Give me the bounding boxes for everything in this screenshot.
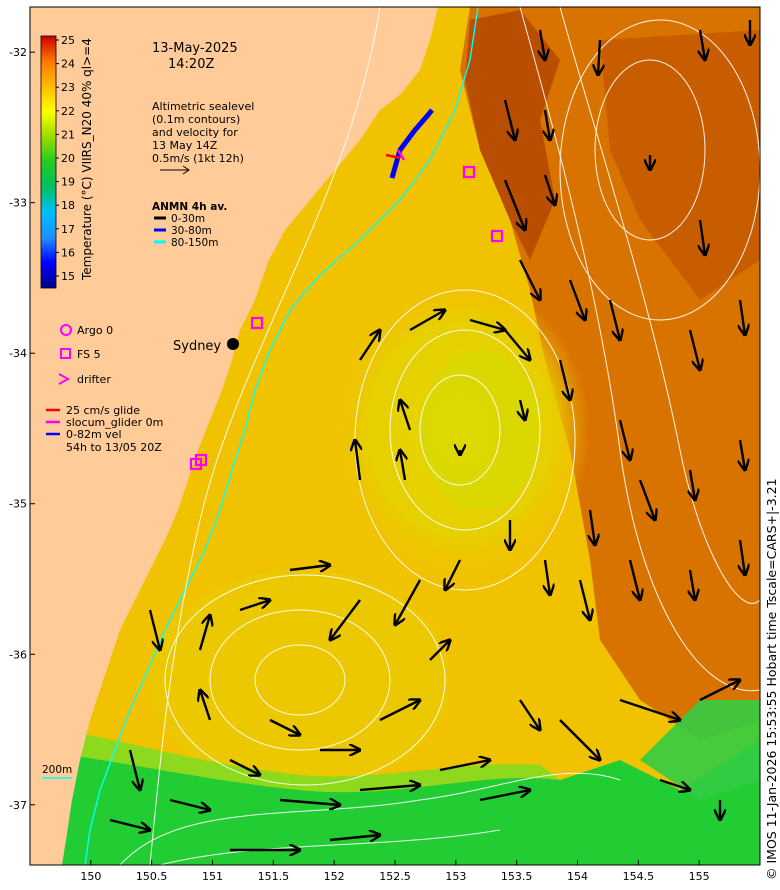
- eddy-north-core: [420, 350, 540, 510]
- x-tick-label: 151: [202, 870, 223, 883]
- svg-text:80-150m: 80-150m: [171, 237, 218, 249]
- x-tick-label: 152: [324, 870, 345, 883]
- colorbar-tick-label: 18: [61, 199, 75, 212]
- x-tick-label: 153: [445, 870, 466, 883]
- y-tick-label: -37: [9, 799, 27, 812]
- svg-text:Altimetric sealevel: Altimetric sealevel: [152, 100, 254, 113]
- y-tick-label: -36: [9, 648, 27, 661]
- svg-text:0-82m vel: 0-82m vel: [66, 428, 122, 441]
- svg-text:FS 5: FS 5: [77, 348, 101, 361]
- x-tick-label: 150: [80, 870, 101, 883]
- colorbar-tick-label: 22: [61, 105, 75, 118]
- y-tick-label: -34: [9, 347, 27, 360]
- svg-text:0-30m: 0-30m: [171, 213, 205, 225]
- map-layers: [30, 7, 760, 865]
- y-tick-label: -33: [9, 197, 27, 210]
- credit-line: © IMOS 11-Jan-2026 15:53:55 Hobart time …: [764, 478, 779, 880]
- isobath-legend: 200m: [42, 764, 72, 779]
- y-tick-label: -35: [9, 498, 27, 511]
- x-tick-label: 155: [689, 870, 710, 883]
- colorbar-tick-label: 24: [61, 58, 75, 71]
- svg-text:0.5m/s (1kt 12h): 0.5m/s (1kt 12h): [152, 152, 244, 165]
- sydney-marker: [227, 338, 239, 350]
- x-tick-label: 154.5: [623, 870, 655, 883]
- colorbar: [40, 35, 57, 289]
- svg-text:and velocity for: and velocity for: [152, 126, 238, 139]
- sst-map: 150 150.5 151 151.5 152 152.5 153 153.5 154 154.5…: [9, 6, 761, 883]
- colorbar-tick-label: 21: [61, 128, 75, 141]
- colorbar-tick-label: 20: [61, 152, 75, 165]
- svg-text:200m: 200m: [42, 764, 72, 776]
- svg-text:drifter: drifter: [77, 373, 111, 386]
- colorbar-tick-label: 16: [61, 246, 75, 259]
- colorbar-tick-label: 19: [61, 176, 75, 189]
- colorbar-title: Temperature (°C) VIIRS_N20 40% ql>=4: [80, 38, 94, 280]
- svg-text:Argo 0: Argo 0: [77, 324, 113, 337]
- colorbar-tick-label: 15: [61, 270, 75, 283]
- x-tick-label: 151.5: [258, 870, 290, 883]
- map-time: 14:20Z: [168, 57, 214, 72]
- x-tick-label: 150.5: [136, 870, 168, 883]
- colorbar-tick-label: 17: [61, 223, 75, 236]
- anmn-legend-title: ANMN 4h av.: [152, 201, 227, 213]
- svg-text:54h to 13/05 20Z: 54h to 13/05 20Z: [66, 441, 162, 454]
- colorbar-tick-label: 23: [61, 81, 75, 94]
- x-tick-label: 152.5: [379, 870, 411, 883]
- svg-text:30-80m: 30-80m: [171, 225, 212, 237]
- svg-text:(0.1m contours): (0.1m contours): [152, 113, 240, 126]
- x-tick-label: 154: [567, 870, 588, 883]
- x-tick-label: 153.5: [501, 870, 533, 883]
- colorbar-tick-label: 25: [61, 34, 75, 47]
- svg-text:13 May 14Z: 13 May 14Z: [152, 139, 218, 152]
- y-tick-label: -32: [9, 46, 27, 59]
- cold-core-eddy-south: [150, 570, 450, 790]
- map-date: 13-May-2025: [152, 41, 238, 56]
- sydney-label: Sydney: [173, 339, 221, 354]
